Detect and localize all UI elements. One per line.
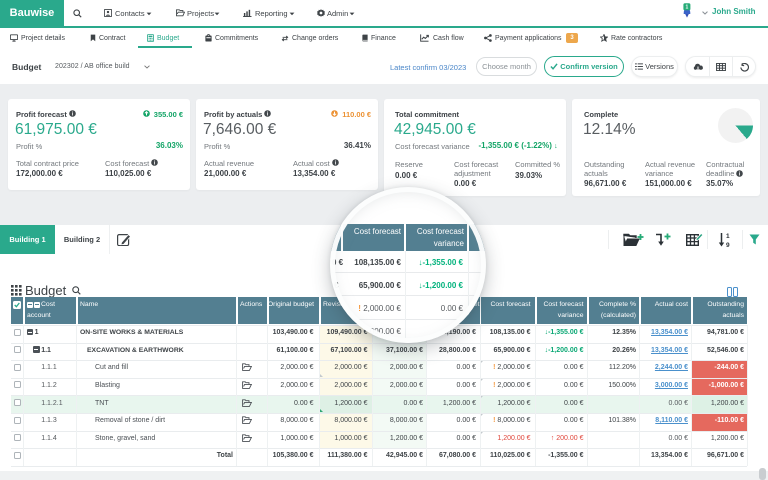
svg-text:1: 1 xyxy=(686,5,689,11)
svg-text:1: 1 xyxy=(726,233,730,240)
svg-text:9: 9 xyxy=(726,242,730,248)
